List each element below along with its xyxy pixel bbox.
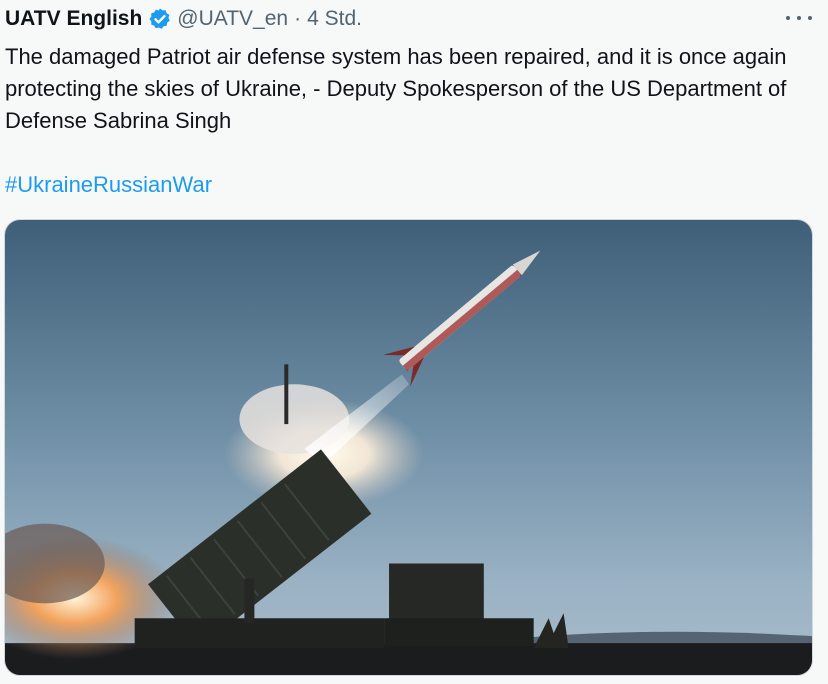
more-dot bbox=[786, 16, 790, 20]
more-options-icon[interactable] bbox=[786, 8, 812, 28]
header-separator: · bbox=[294, 7, 302, 30]
verified-badge-icon bbox=[148, 7, 172, 31]
more-dot bbox=[797, 16, 801, 20]
author-name[interactable]: UATV English bbox=[5, 7, 142, 31]
tweet-text: The damaged Patriot air defense system h… bbox=[5, 44, 787, 133]
more-dot bbox=[808, 16, 812, 20]
tweet-header: UATV English @UATV_en · 4 Std. bbox=[5, 5, 362, 33]
tweet-timestamp[interactable]: 4 Std. bbox=[307, 7, 362, 31]
tweet-image[interactable] bbox=[4, 219, 813, 676]
author-handle[interactable]: @UATV_en bbox=[177, 7, 288, 31]
hashtag-link[interactable]: #UkraineRussianWar bbox=[5, 169, 212, 201]
tweet-card[interactable]: UATV English @UATV_en · 4 Std. The damag… bbox=[0, 0, 828, 684]
patriot-launch-photo bbox=[5, 220, 812, 675]
